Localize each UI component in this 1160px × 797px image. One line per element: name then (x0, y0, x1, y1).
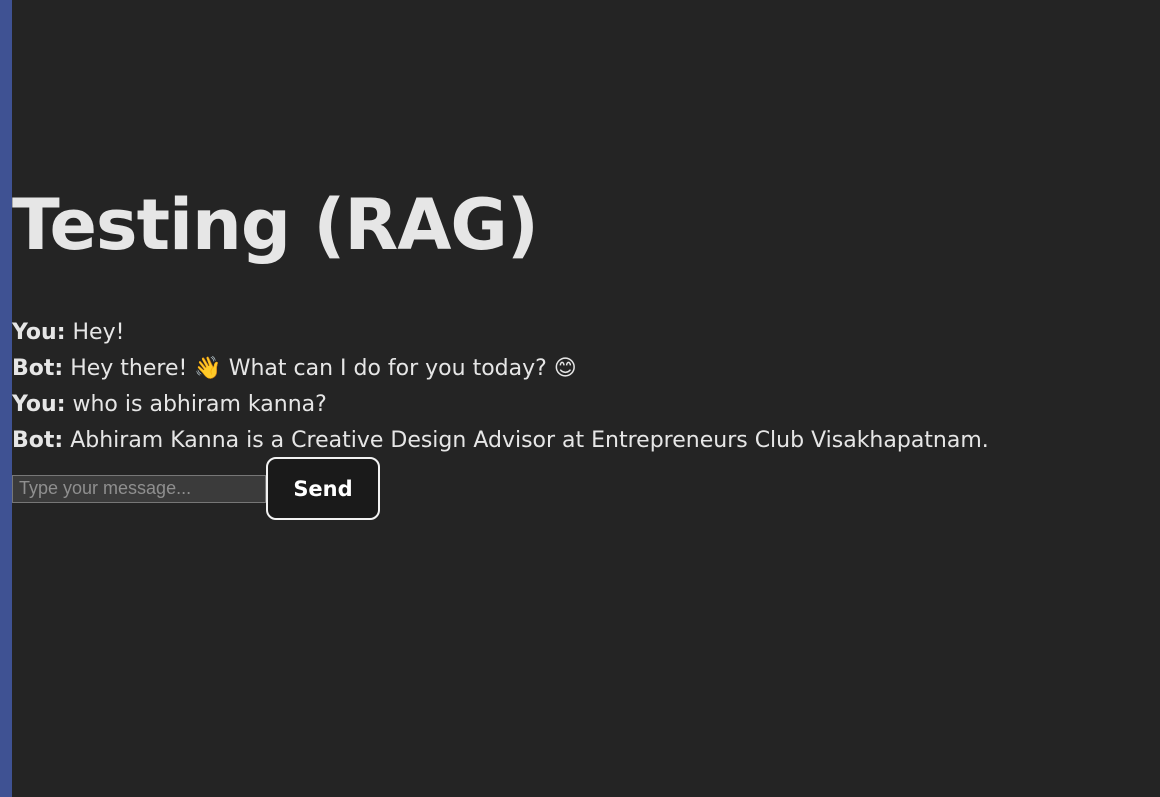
message-speaker: You: (12, 320, 66, 345)
chat-message: Bot: Hey there! 👋 What can I do for you … (12, 351, 989, 387)
message-input[interactable] (12, 474, 266, 503)
message-text: Hey! (72, 320, 125, 345)
message-text: Hey there! 👋 What can I do for you today… (70, 356, 577, 381)
chat-message: Bot: Abhiram Kanna is a Creative Design … (12, 423, 989, 459)
chat-log: You: Hey! Bot: Hey there! 👋 What can I d… (12, 315, 989, 459)
send-button[interactable]: Send (266, 457, 380, 520)
message-speaker: Bot: (12, 428, 64, 453)
message-composer: Send (12, 457, 380, 520)
chat-message: You: who is abhiram kanna? (12, 387, 989, 423)
message-text: Abhiram Kanna is a Creative Design Advis… (70, 428, 989, 453)
message-text: who is abhiram kanna? (72, 392, 327, 417)
message-speaker: Bot: (12, 356, 64, 381)
page-title: Testing (RAG) (12, 184, 539, 266)
window-left-edge (0, 0, 12, 797)
message-speaker: You: (12, 392, 66, 417)
chat-app: Testing (RAG) You: Hey! Bot: Hey there! … (12, 0, 1160, 797)
chat-message: You: Hey! (12, 315, 989, 351)
